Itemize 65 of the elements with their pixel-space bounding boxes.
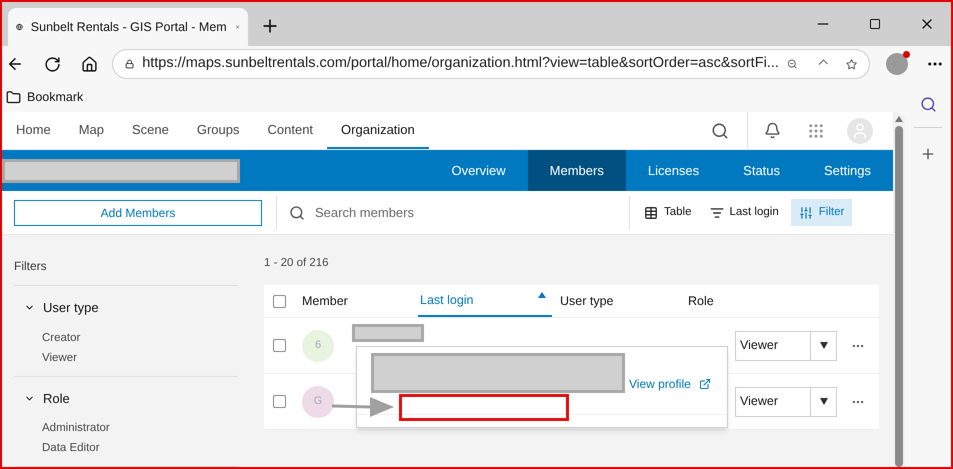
folder-icon bbox=[6, 90, 21, 104]
sliders-icon bbox=[798, 206, 813, 220]
view-profile-link[interactable]: View profile bbox=[629, 375, 711, 393]
org-tab[interactable]: Settings bbox=[802, 150, 893, 192]
url-text: https://maps.sunbeltrentals.com/portal/home/organization.html?view=table&sortOrder=asc&sortFi... bbox=[142, 54, 779, 74]
external-link-icon bbox=[698, 378, 711, 390]
lock-icon bbox=[125, 57, 134, 71]
search-icon[interactable] bbox=[920, 96, 936, 113]
nav-tab[interactable]: Home bbox=[2, 112, 65, 150]
results-count: 1 - 20 of 216 bbox=[264, 256, 330, 271]
filter-option[interactable]: Data Editor bbox=[14, 438, 238, 458]
sort-arrow-icon bbox=[538, 292, 546, 298]
filters-title: Filters bbox=[14, 257, 238, 286]
address-field[interactable]: https://maps.sunbeltrentals.com/portal/home/organization.html?view=table&sortOrder=asc&sortFi... bbox=[112, 49, 870, 79]
nav-tab[interactable]: Scene bbox=[118, 112, 183, 150]
add-members-button[interactable]: Add Members bbox=[14, 200, 262, 226]
row-checkbox[interactable] bbox=[273, 395, 286, 408]
sort-button[interactable]: Last login bbox=[710, 204, 779, 222]
column-header[interactable]: User type bbox=[552, 285, 688, 317]
column-header[interactable]: Member bbox=[302, 285, 418, 317]
table-icon bbox=[644, 206, 658, 220]
member-avatar: G bbox=[302, 386, 334, 418]
org-tab[interactable]: Members bbox=[528, 150, 626, 192]
nav-tab[interactable]: Map bbox=[64, 112, 118, 150]
bookmark-link[interactable]: Bookmark bbox=[27, 88, 84, 106]
arrow bbox=[332, 397, 394, 417]
maximize-icon[interactable] bbox=[869, 18, 881, 30]
profile-avatar-icon[interactable] bbox=[886, 53, 908, 75]
scrollbar-thumb[interactable] bbox=[895, 126, 903, 467]
org-tab[interactable]: Overview bbox=[429, 150, 528, 192]
column-header[interactable]: Last login bbox=[418, 285, 552, 317]
org-tab[interactable]: Status bbox=[721, 150, 802, 192]
nav-tab[interactable]: Content bbox=[254, 112, 328, 150]
filter-option[interactable]: Viewer bbox=[14, 348, 238, 368]
caret-icon bbox=[820, 342, 828, 349]
role-dropdown[interactable]: Viewer bbox=[735, 386, 837, 416]
tab-title: Sunbelt Rentals - GIS Portal - Mem bbox=[30, 18, 227, 36]
column-header[interactable]: Role bbox=[688, 285, 778, 317]
org-tab[interactable]: Licenses bbox=[626, 150, 722, 192]
row-checkbox[interactable] bbox=[273, 339, 286, 352]
sort-lines-icon bbox=[710, 206, 724, 220]
filter-group-label: Role bbox=[43, 390, 70, 408]
nav-tab[interactable]: Groups bbox=[182, 112, 254, 150]
filter-button[interactable]: Filter bbox=[790, 199, 852, 226]
home-icon[interactable] bbox=[81, 56, 98, 72]
caret-icon bbox=[820, 398, 828, 405]
reload-icon[interactable] bbox=[44, 56, 61, 72]
select-all-checkbox[interactable] bbox=[273, 294, 286, 308]
bell-icon[interactable] bbox=[764, 122, 781, 140]
search-icon bbox=[289, 204, 305, 221]
filter-group-toggle[interactable]: Role bbox=[14, 376, 238, 418]
table-view-button[interactable]: Table bbox=[644, 204, 692, 222]
member-avatar: 6 bbox=[302, 330, 334, 362]
redaction-box bbox=[352, 324, 424, 342]
add-icon[interactable] bbox=[920, 146, 936, 162]
browser-tab[interactable]: Sunbelt Rentals - GIS Portal - Mem bbox=[8, 8, 248, 46]
filter-option[interactable]: Administrator bbox=[14, 418, 238, 438]
search-field[interactable]: Search members bbox=[315, 202, 615, 222]
filter-group-label: User type bbox=[43, 299, 99, 317]
back-icon[interactable] bbox=[6, 55, 24, 73]
filter-option[interactable]: Creator bbox=[14, 328, 238, 348]
apps-grid-icon[interactable] bbox=[807, 122, 825, 140]
role-dropdown[interactable]: Viewer bbox=[735, 330, 837, 360]
filter-group-toggle[interactable]: User type bbox=[14, 286, 238, 328]
search-icon[interactable] bbox=[711, 122, 729, 140]
